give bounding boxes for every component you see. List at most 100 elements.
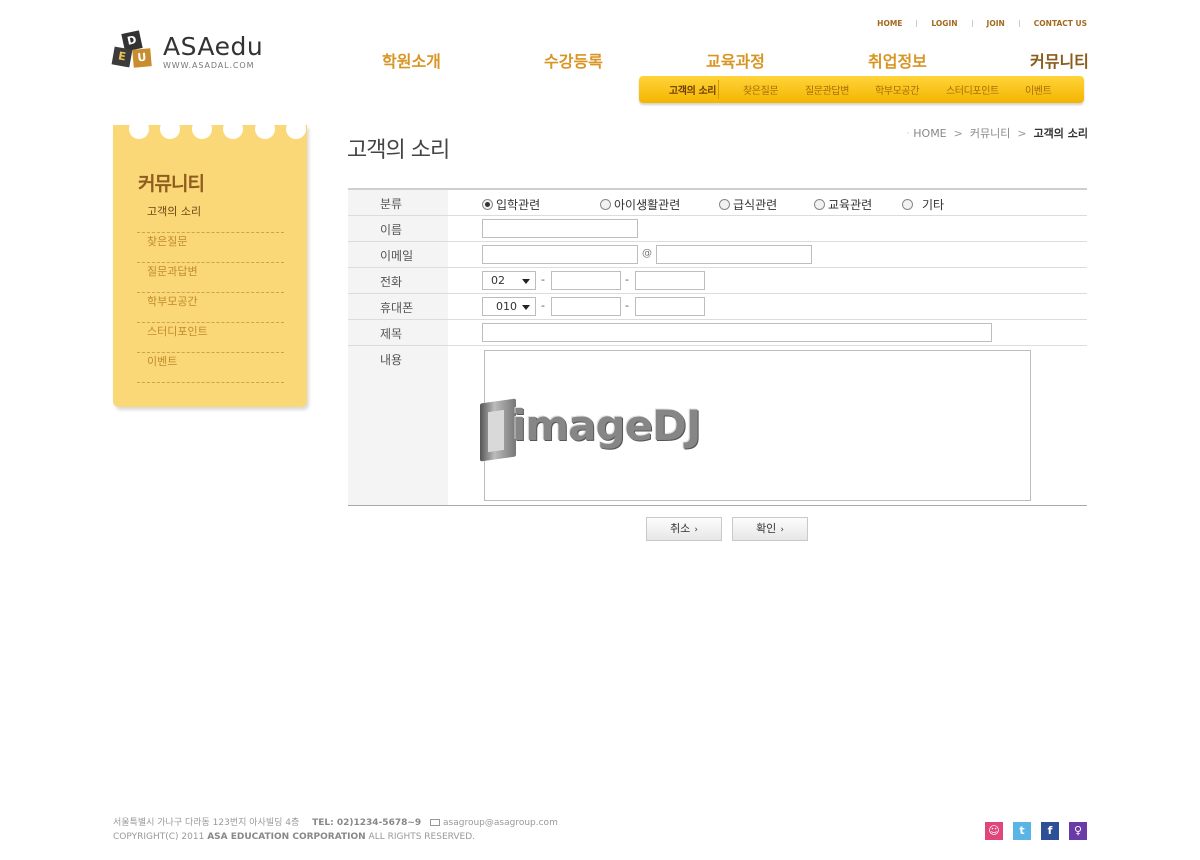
dropdown-arrow-icon — [522, 305, 530, 310]
arrow-right-icon: › — [694, 525, 698, 535]
subnav-item-studypoint[interactable]: 스터디포인트 — [946, 82, 999, 97]
breadcrumb-parent[interactable]: 커뮤니티 — [970, 125, 1010, 141]
util-join-link[interactable]: JOIN — [987, 19, 1005, 28]
label-content: 내용 — [348, 346, 448, 505]
radio-dot-icon — [902, 199, 913, 210]
radio-label: 아이생활관련 — [614, 198, 681, 212]
footer-tel: TEL: 02)1234-5678~9 — [312, 818, 422, 828]
sidebar-scallop — [113, 119, 307, 139]
mobile-middle-input[interactable] — [551, 297, 621, 316]
radio-admission[interactable]: 입학관련 — [482, 196, 540, 213]
radio-dot-icon — [600, 199, 611, 210]
chevron-right-icon: > — [1017, 126, 1027, 140]
radio-other[interactable]: 기타 — [902, 196, 944, 213]
confirm-button-label: 확인 — [756, 522, 777, 535]
subnav-divider — [718, 80, 719, 99]
logo[interactable]: D E U ASAedu WWW.ASADAL.COM — [111, 30, 264, 72]
footer-email[interactable]: asagroup@asagroup.com — [443, 818, 558, 828]
facebook-icon[interactable]: f — [1041, 822, 1059, 840]
logo-cube-e: E — [111, 46, 133, 68]
sidebar: 커뮤니티 고객의 소리 찾은질문 질문과답변 학부모공간 스터디포인트 이벤트 — [113, 119, 307, 407]
separator: - — [541, 273, 545, 286]
subnav-item-qna[interactable]: 질문관답변 — [805, 82, 849, 97]
breadcrumb-home[interactable]: HOME — [913, 127, 946, 140]
phone-middle-input[interactable] — [551, 271, 621, 290]
separator: - — [541, 299, 545, 312]
radio-label: 입학관련 — [496, 198, 541, 212]
email-id-input[interactable] — [482, 245, 638, 264]
radio-label: 교육관련 — [828, 198, 873, 212]
nav-item-registration[interactable]: 수강등록 — [544, 48, 603, 72]
label-name: 이름 — [348, 216, 448, 241]
breadcrumb-current: 고객의 소리 — [1033, 127, 1088, 140]
label-category: 분류 — [348, 190, 448, 215]
separator: - — [625, 273, 629, 286]
label-subject: 제목 — [348, 320, 448, 345]
email-domain-input[interactable] — [656, 245, 812, 264]
radio-meal[interactable]: 급식관련 — [719, 196, 777, 213]
radio-education[interactable]: 교육관련 — [814, 196, 872, 213]
confirm-button[interactable]: 확인 › — [732, 517, 808, 541]
phone-last-input[interactable] — [635, 271, 705, 290]
subnav-item-faq[interactable]: 찾은질문 — [743, 82, 779, 97]
util-divider — [971, 19, 973, 27]
cancel-button[interactable]: 취소 › — [646, 517, 722, 541]
mobile-last-input[interactable] — [635, 297, 705, 316]
main-nav: 학원소개 수강등록 교육과정 취업정보 커뮤니티 — [360, 48, 1090, 72]
footer-copyright-prefix: COPYRIGHT(C) 2011 — [113, 832, 205, 842]
page-title: 고객의 소리 — [347, 138, 450, 163]
util-home-link[interactable]: HOME — [877, 19, 902, 28]
sidebar-menu: 고객의 소리 찾은질문 질문과답변 학부모공간 스터디포인트 이벤트 — [137, 203, 284, 383]
radio-dot-icon — [482, 199, 493, 210]
sub-nav: 고객의 소리 찾은질문 질문관답변 학부모공간 스터디포인트 이벤트 — [639, 76, 1084, 103]
nav-item-community[interactable]: 커뮤니티 — [1030, 48, 1089, 72]
form-actions: 취소 › 확인 › — [646, 517, 808, 541]
form-row-mobile: 휴대폰 010 - - — [348, 294, 1087, 320]
me2day-icon[interactable]: ♀ — [1069, 822, 1087, 840]
label-email: 이메일 — [348, 242, 448, 267]
nav-item-jobs[interactable]: 취업정보 — [868, 48, 927, 72]
utility-links: HOME LOGIN JOIN CONTACT US — [877, 17, 1087, 29]
twitter-icon[interactable]: t — [1013, 822, 1031, 840]
logo-cube-u: U — [132, 48, 152, 68]
radio-label: 기타 — [922, 198, 945, 212]
form-row-phone: 전화 02 - - — [348, 268, 1087, 294]
radio-label: 급식관련 — [733, 198, 778, 212]
label-phone: 전화 — [348, 268, 448, 293]
mail-icon — [430, 819, 441, 826]
dropdown-arrow-icon — [522, 279, 530, 284]
subnav-item-voice[interactable]: 고객의 소리 — [669, 82, 716, 97]
subject-input[interactable] — [482, 323, 992, 342]
blog-icon[interactable]: ☺ — [985, 822, 1003, 840]
label-mobile: 휴대폰 — [348, 294, 448, 319]
sidebar-item-event[interactable]: 이벤트 — [137, 353, 284, 383]
form-row-email: 이메일 @ — [348, 242, 1087, 268]
subnav-item-event[interactable]: 이벤트 — [1025, 82, 1052, 97]
arrow-right-icon: › — [780, 525, 784, 535]
watermark-image: imageDJ — [478, 397, 723, 463]
mobile-prefix-select[interactable]: 010 — [482, 297, 536, 316]
radio-child-life[interactable]: 아이생활관련 — [600, 196, 680, 213]
name-input[interactable] — [482, 219, 638, 238]
cancel-button-label: 취소 — [670, 522, 691, 535]
util-login-link[interactable]: LOGIN — [931, 19, 957, 28]
sidebar-item-voice[interactable]: 고객의 소리 — [137, 203, 284, 233]
chevron-right-icon: > — [953, 126, 963, 140]
radio-dot-icon — [814, 199, 825, 210]
nav-item-courses[interactable]: 교육과정 — [706, 48, 765, 72]
form-row-category: 분류 입학관련 아이생활관련 급식관련 교육관련 기타 — [348, 190, 1087, 216]
sidebar-item-qna[interactable]: 질문과답변 — [137, 263, 284, 293]
sidebar-item-faq[interactable]: 찾은질문 — [137, 233, 284, 263]
phone-area-select[interactable]: 02 — [482, 271, 536, 290]
util-contact-link[interactable]: CONTACT US — [1034, 19, 1087, 28]
select-value: 010 — [496, 300, 517, 313]
watermark-text: imageDJ — [512, 401, 702, 450]
bullet-icon: · — [906, 128, 910, 138]
logo-brand: ASAedu — [163, 32, 264, 61]
subnav-item-parents[interactable]: 학부모공간 — [875, 82, 919, 97]
nav-item-academy[interactable]: 학원소개 — [382, 48, 441, 72]
sidebar-item-parents[interactable]: 학부모공간 — [137, 293, 284, 323]
breadcrumb: · HOME > 커뮤니티 > 고객의 소리 — [907, 125, 1088, 141]
sidebar-item-studypoint[interactable]: 스터디포인트 — [137, 323, 284, 353]
form-row-name: 이름 — [348, 216, 1087, 242]
